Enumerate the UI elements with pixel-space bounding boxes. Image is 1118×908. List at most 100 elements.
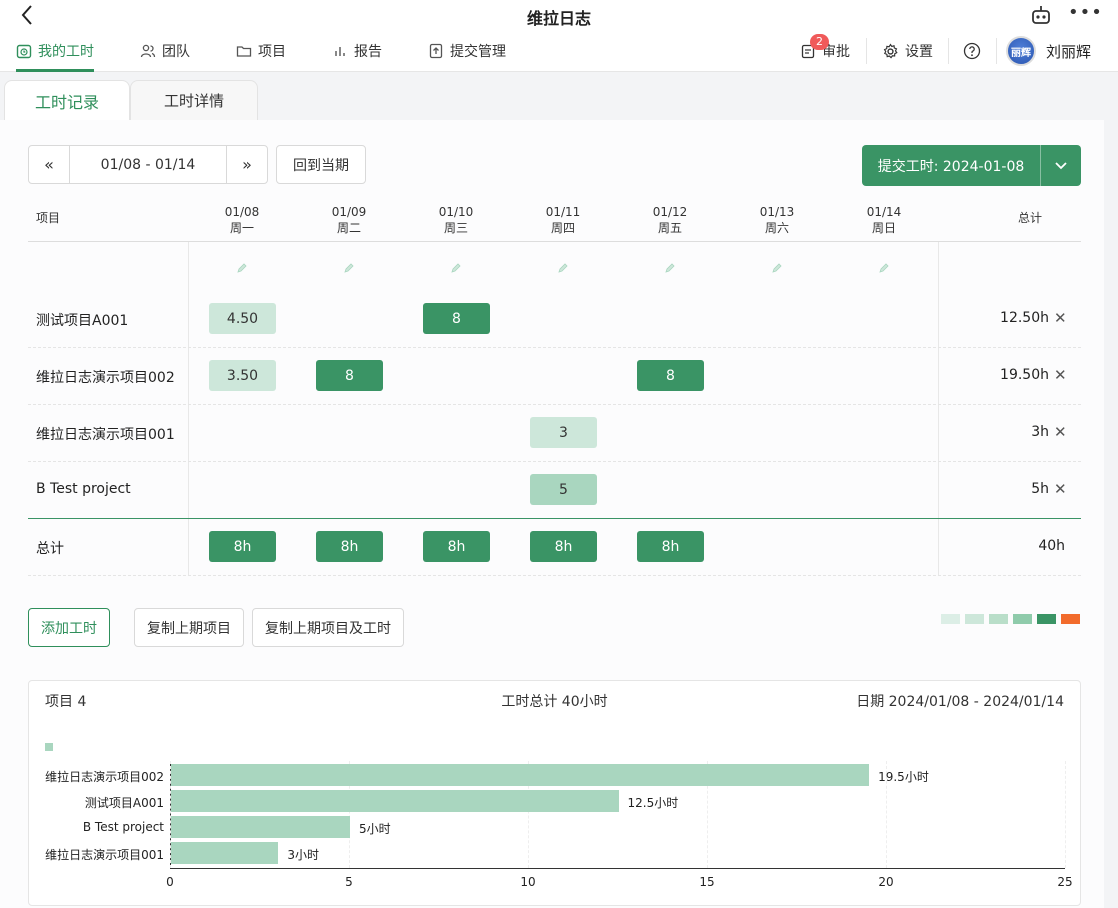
nav-submission[interactable]: 提交管理 — [428, 30, 506, 72]
x-tick-label: 25 — [1057, 875, 1073, 889]
x-axis-line — [170, 868, 1065, 869]
edit-pencil-icon[interactable] — [343, 262, 355, 274]
bar-chart-icon — [335, 47, 345, 56]
grand-total: 40h — [1038, 538, 1065, 554]
user-menu[interactable]: 丽辉 刘丽辉 — [1006, 30, 1091, 72]
column-divider — [188, 242, 189, 576]
hours-cell[interactable]: 3 — [530, 417, 597, 448]
approve-button[interactable]: 审批 2 — [800, 30, 850, 72]
submit-hours-button[interactable]: 提交工时: 2024-01-08 — [862, 145, 1081, 186]
title-bar: 维拉日志 ••• — [0, 0, 1118, 30]
hours-bar[interactable] — [171, 816, 350, 838]
divider — [948, 38, 949, 64]
day-total-cell: 8h — [316, 531, 383, 562]
folder-icon — [236, 46, 252, 57]
hours-cell[interactable]: 3.50 — [209, 360, 276, 391]
more-icon[interactable]: ••• — [1068, 2, 1103, 23]
submit-label[interactable]: 提交工时: 2024-01-08 — [862, 145, 1041, 186]
day-header: 01/12 周五 — [652, 205, 688, 235]
remove-row-icon[interactable]: ✕ — [1054, 423, 1067, 441]
edit-pencil-icon[interactable] — [771, 262, 783, 274]
x-tick-label: 0 — [166, 875, 174, 889]
hours-level-legend-swatch — [989, 614, 1008, 624]
nav-my-hours[interactable]: 我的工时 — [16, 30, 94, 72]
day-header: 01/09 周二 — [331, 205, 367, 235]
day-header: 01/14 周日 — [866, 205, 902, 235]
prev-period-button[interactable]: « — [29, 146, 70, 183]
hours-cell[interactable]: 8 — [316, 360, 383, 391]
totals-label: 总计 — [36, 541, 64, 557]
chart-legend-marker — [45, 743, 53, 751]
nav-label: 我的工时 — [38, 44, 94, 60]
remove-row-icon[interactable]: ✕ — [1054, 366, 1067, 384]
nav-label: 报告 — [354, 44, 382, 60]
bar-category-label: 测试项目A001 — [84, 796, 164, 810]
user-name: 刘丽辉 — [1046, 42, 1092, 61]
bar-value-label: 5小时 — [359, 822, 391, 836]
x-tick-label: 15 — [699, 875, 715, 889]
bar-value-label: 3小时 — [287, 848, 320, 862]
hours-cell[interactable]: 5 — [530, 474, 597, 505]
next-period-button[interactable]: » — [226, 146, 267, 183]
tab-hours-detail[interactable]: 工时详情 — [130, 80, 258, 120]
gridline — [1065, 761, 1066, 868]
back-to-current-button[interactable]: 回到当期 — [276, 145, 366, 184]
help-button[interactable] — [963, 30, 981, 72]
hours-cell[interactable]: 4.50 — [209, 303, 276, 334]
hours-level-legend-swatch — [1061, 614, 1080, 624]
main-nav: 我的工时 团队 项目 报告 提交管理 审批 2 设置 丽辉 刘丽辉 — [0, 30, 1118, 72]
gear-icon — [883, 43, 898, 59]
chevron-down-icon[interactable] — [1041, 145, 1081, 186]
upload-doc-icon — [429, 43, 443, 59]
nav-label: 提交管理 — [450, 44, 506, 60]
date-range-label[interactable]: 01/08 - 01/14 — [70, 146, 226, 183]
edit-pencil-icon[interactable] — [878, 262, 890, 274]
content-panel-inner: « 01/08 - 01/14 » 回到当期 提交工时: 2024-01-08 … — [0, 120, 1104, 908]
hours-level-legend-swatch — [1037, 614, 1056, 624]
grid-header: 项目 01/08 周一 01/09 周二 01/10 周三 01/11 周四 01/12… — [28, 196, 1081, 242]
row-divider — [28, 404, 1081, 405]
divider — [996, 38, 997, 64]
content-panel: « 01/08 - 01/14 » 回到当期 提交工时: 2024-01-08 … — [0, 120, 1104, 908]
hours-level-legend-swatch — [1013, 614, 1032, 624]
hours-bar[interactable] — [171, 764, 870, 786]
settings-button[interactable]: 设置 — [882, 30, 933, 72]
remove-row-icon[interactable]: ✕ — [1054, 480, 1067, 498]
nav-label: 团队 — [162, 44, 190, 60]
day-header: 01/10 周三 — [438, 205, 474, 235]
robot-icon[interactable] — [1030, 4, 1052, 26]
edit-pencil-icon[interactable] — [450, 262, 462, 274]
copy-last-projects-hours-button[interactable]: 复制上期项目及工时 — [252, 608, 404, 647]
hours-bar[interactable] — [171, 842, 279, 864]
row-project-name: 测试项目A001 — [36, 313, 129, 329]
copy-last-projects-button[interactable]: 复制上期项目 — [134, 608, 244, 647]
help-icon — [963, 42, 981, 60]
bar-value-label: 12.5小时 — [627, 796, 679, 810]
hours-cell[interactable]: 8 — [637, 360, 704, 391]
project-column-header: 项目 — [36, 211, 61, 225]
hours-level-legend-swatch — [941, 614, 960, 624]
day-header: 01/11 周四 — [545, 205, 581, 235]
nav-reports[interactable]: 报告 — [332, 30, 382, 72]
add-hours-button[interactable]: 添加工时 — [28, 608, 110, 647]
tab-hours-record[interactable]: 工时记录 — [4, 80, 130, 120]
nav-projects[interactable]: 项目 — [236, 30, 286, 72]
day-total-cell: 8h — [423, 531, 490, 562]
divider — [866, 38, 867, 64]
hours-level-legend-swatch — [965, 614, 984, 624]
remove-row-icon[interactable]: ✕ — [1054, 309, 1067, 327]
bar-category-label: B Test project — [82, 820, 164, 834]
hours-bar[interactable] — [171, 790, 619, 812]
date-range-navigator: « 01/08 - 01/14 » — [28, 145, 268, 184]
edit-pencil-icon[interactable] — [664, 262, 676, 274]
row-divider — [28, 461, 1081, 462]
row-divider — [28, 575, 1081, 576]
edit-pencil-icon[interactable] — [236, 262, 248, 274]
x-tick-label: 5 — [345, 875, 353, 889]
hours-cell[interactable]: 8 — [423, 303, 490, 334]
day-total-cell: 8h — [530, 531, 597, 562]
edit-pencil-icon[interactable] — [557, 262, 569, 274]
totals-divider — [28, 518, 1081, 519]
nav-team[interactable]: 团队 — [140, 30, 190, 72]
stats-date-range: 日期 2024/01/08 - 2024/01/14 — [856, 694, 1064, 710]
